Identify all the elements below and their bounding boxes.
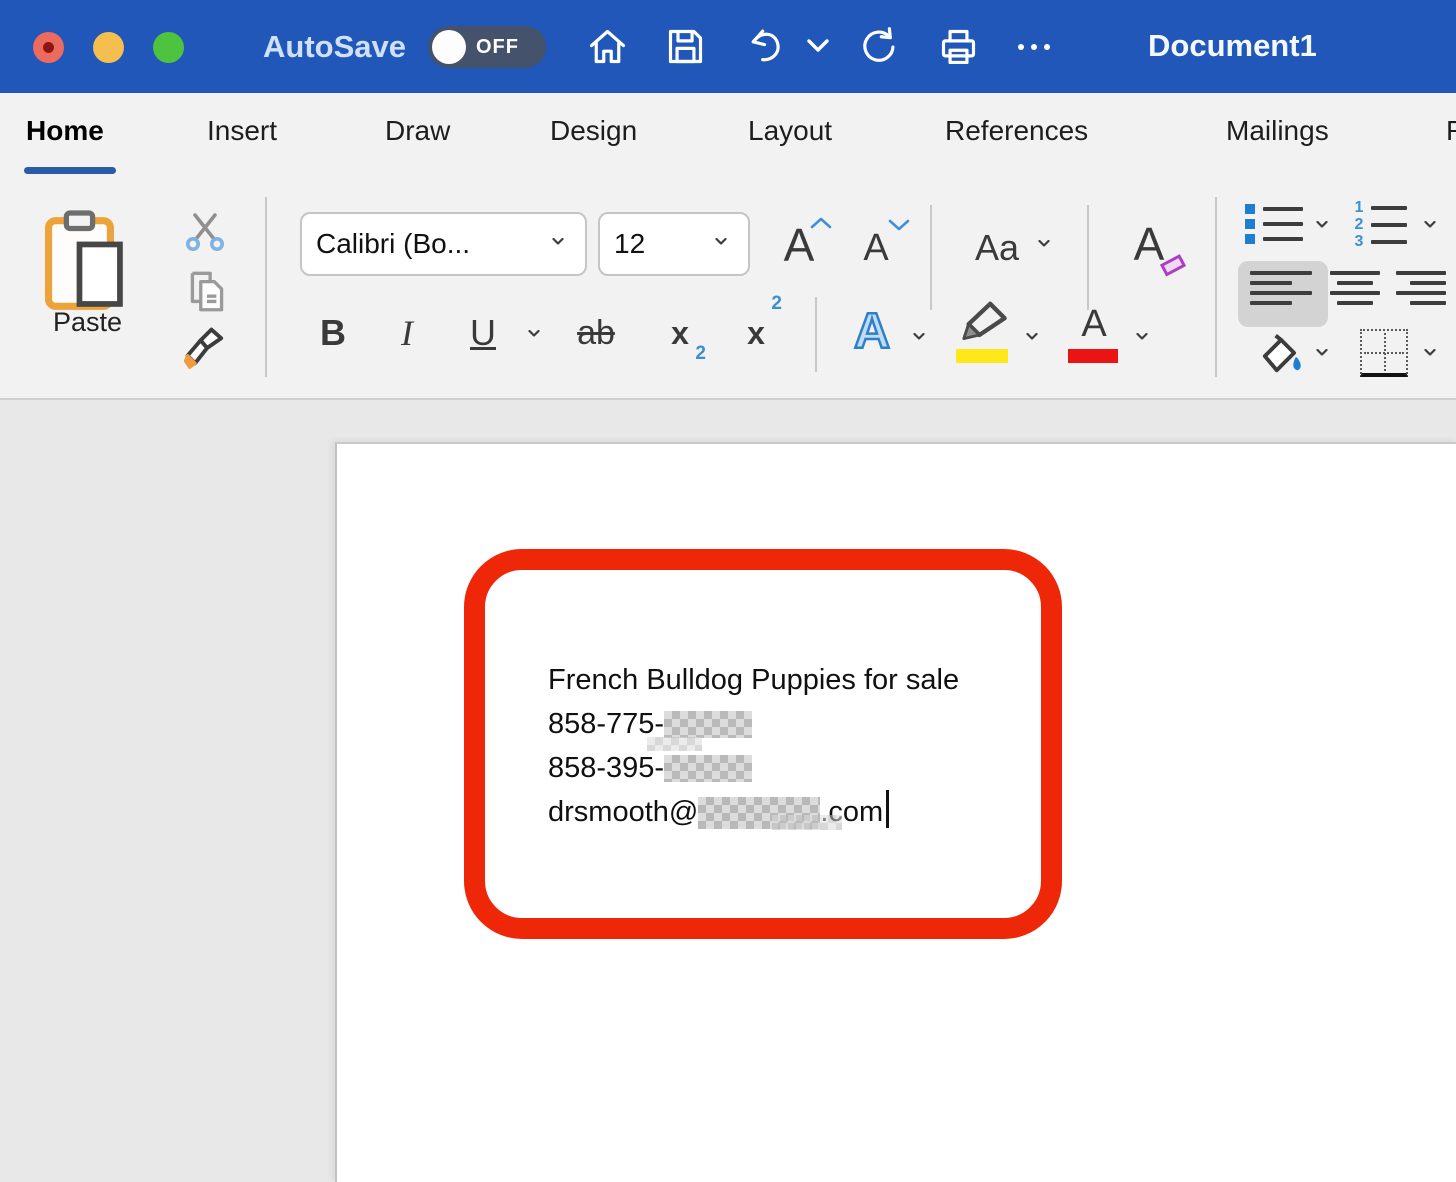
font-color-button[interactable]: A: [1066, 299, 1122, 349]
change-case-button[interactable]: Aa: [962, 221, 1032, 275]
underline-button[interactable]: U: [458, 307, 508, 359]
shading-chevron-icon[interactable]: [1316, 349, 1335, 361]
ribbon-divider: [930, 205, 932, 310]
tab-layout[interactable]: Layout: [748, 115, 832, 147]
borders-icon: [1360, 329, 1408, 377]
font-name-select[interactable]: Calibri (Bo...: [300, 212, 587, 276]
zoom-window-button[interactable]: [153, 32, 184, 63]
strikethrough-button[interactable]: ab: [566, 307, 626, 359]
superscript-button[interactable]: x 2: [728, 307, 784, 359]
tab-home[interactable]: Home: [26, 115, 104, 147]
change-case-chevron-icon[interactable]: [1038, 240, 1057, 252]
font-name-value: Calibri (Bo...: [316, 228, 470, 260]
italic-button[interactable]: I: [384, 307, 430, 359]
tab-mailings[interactable]: Mailings: [1226, 115, 1329, 147]
font-size-value: 12: [614, 228, 645, 260]
bold-button[interactable]: B: [310, 307, 356, 359]
ribbon-tabs: Home Insert Draw Design Layout Reference…: [0, 93, 1456, 185]
tab-references[interactable]: References: [945, 115, 1088, 147]
text-effects-button[interactable]: A: [842, 299, 902, 363]
shading-button[interactable]: [1252, 327, 1308, 381]
document-canvas: French Bulldog Puppies for sale 858-775-…: [0, 400, 1456, 1180]
red-annotation-box: French Bulldog Puppies for sale 858-775-…: [464, 549, 1062, 939]
underline-chevron-icon[interactable]: [528, 330, 547, 342]
format-painter-icon[interactable]: [178, 321, 234, 375]
text-line-3: 858-395-: [548, 746, 1028, 790]
highlight-color-swatch: [956, 349, 1008, 363]
print-icon[interactable]: [936, 24, 981, 69]
paste-button[interactable]: [36, 203, 141, 323]
save-icon[interactable]: [663, 24, 708, 69]
document-page[interactable]: French Bulldog Puppies for sale 858-775-…: [335, 442, 1456, 1182]
text-line-2: 858-775-: [548, 702, 1028, 746]
minimize-window-button[interactable]: [93, 32, 124, 63]
autosave-state-label: OFF: [476, 36, 519, 59]
font-color-chevron-icon[interactable]: [1136, 333, 1155, 345]
home-icon[interactable]: [585, 24, 630, 69]
tab-review[interactable]: Review: [1446, 115, 1456, 147]
tab-insert[interactable]: Insert: [207, 115, 277, 147]
align-right-button[interactable]: [1396, 265, 1446, 311]
ribbon-divider: [815, 297, 817, 372]
paste-label: Paste: [53, 307, 122, 338]
subscript-button[interactable]: x 2: [652, 307, 708, 359]
text-line-1: French Bulldog Puppies for sale: [548, 658, 1028, 702]
align-center-button[interactable]: [1330, 265, 1380, 311]
numbered-list-button[interactable]: 1 2 3: [1352, 197, 1407, 253]
cut-icon[interactable]: [178, 207, 232, 257]
document-text[interactable]: French Bulldog Puppies for sale 858-775-…: [548, 658, 1028, 834]
tab-design[interactable]: Design: [550, 115, 637, 147]
clear-formatting-button[interactable]: A: [1118, 213, 1180, 275]
bullet-list-button[interactable]: [1245, 199, 1303, 249]
autosave-toggle[interactable]: OFF: [428, 26, 546, 68]
borders-button[interactable]: [1358, 325, 1410, 381]
bullet-list-chevron-icon[interactable]: [1316, 221, 1335, 233]
ribbon-divider: [1215, 197, 1217, 377]
autosave-label: AutoSave: [263, 29, 406, 65]
redacted-fragment: [647, 737, 702, 751]
redacted-fragment: [772, 815, 842, 830]
active-tab-indicator: [24, 167, 116, 174]
redo-icon[interactable]: [856, 24, 901, 69]
numbered-list-chevron-icon[interactable]: [1424, 221, 1443, 233]
align-left-button[interactable]: [1250, 265, 1314, 311]
undo-icon[interactable]: [743, 24, 788, 69]
highlight-button[interactable]: [952, 295, 1014, 351]
chevron-down-icon: [715, 238, 734, 250]
highlighter-icon: [954, 299, 1012, 347]
shrink-font-button[interactable]: A: [850, 221, 902, 275]
redacted-phone-2: [664, 755, 752, 782]
title-bar: AutoSave OFF Document1: [0, 0, 1456, 93]
ribbon-divider: [265, 197, 267, 377]
grow-font-button[interactable]: A: [770, 215, 828, 275]
text-effects-chevron-icon[interactable]: [913, 333, 932, 345]
redacted-phone-1: [664, 711, 752, 738]
ribbon: Paste Calibri (Bo... 12 A A: [0, 185, 1456, 400]
toggle-knob-icon: [432, 30, 466, 64]
document-title: Document1: [1148, 28, 1317, 64]
font-size-select[interactable]: 12: [598, 212, 750, 276]
tab-draw[interactable]: Draw: [385, 115, 450, 147]
font-color-swatch: [1068, 349, 1118, 363]
text-cursor: [886, 790, 889, 828]
caret-down-icon: [888, 219, 910, 232]
clipboard-icon: [39, 206, 139, 321]
borders-chevron-icon[interactable]: [1424, 349, 1443, 361]
undo-chevron-icon[interactable]: [806, 34, 830, 58]
chevron-down-icon: [552, 238, 571, 250]
copy-icon[interactable]: [180, 265, 234, 317]
paint-bucket-icon: [1254, 330, 1306, 378]
close-window-button[interactable]: [33, 32, 64, 63]
caret-up-icon: [810, 217, 832, 230]
eraser-icon: [1160, 253, 1190, 277]
ribbon-divider: [1087, 205, 1089, 310]
highlight-chevron-icon[interactable]: [1026, 333, 1045, 345]
